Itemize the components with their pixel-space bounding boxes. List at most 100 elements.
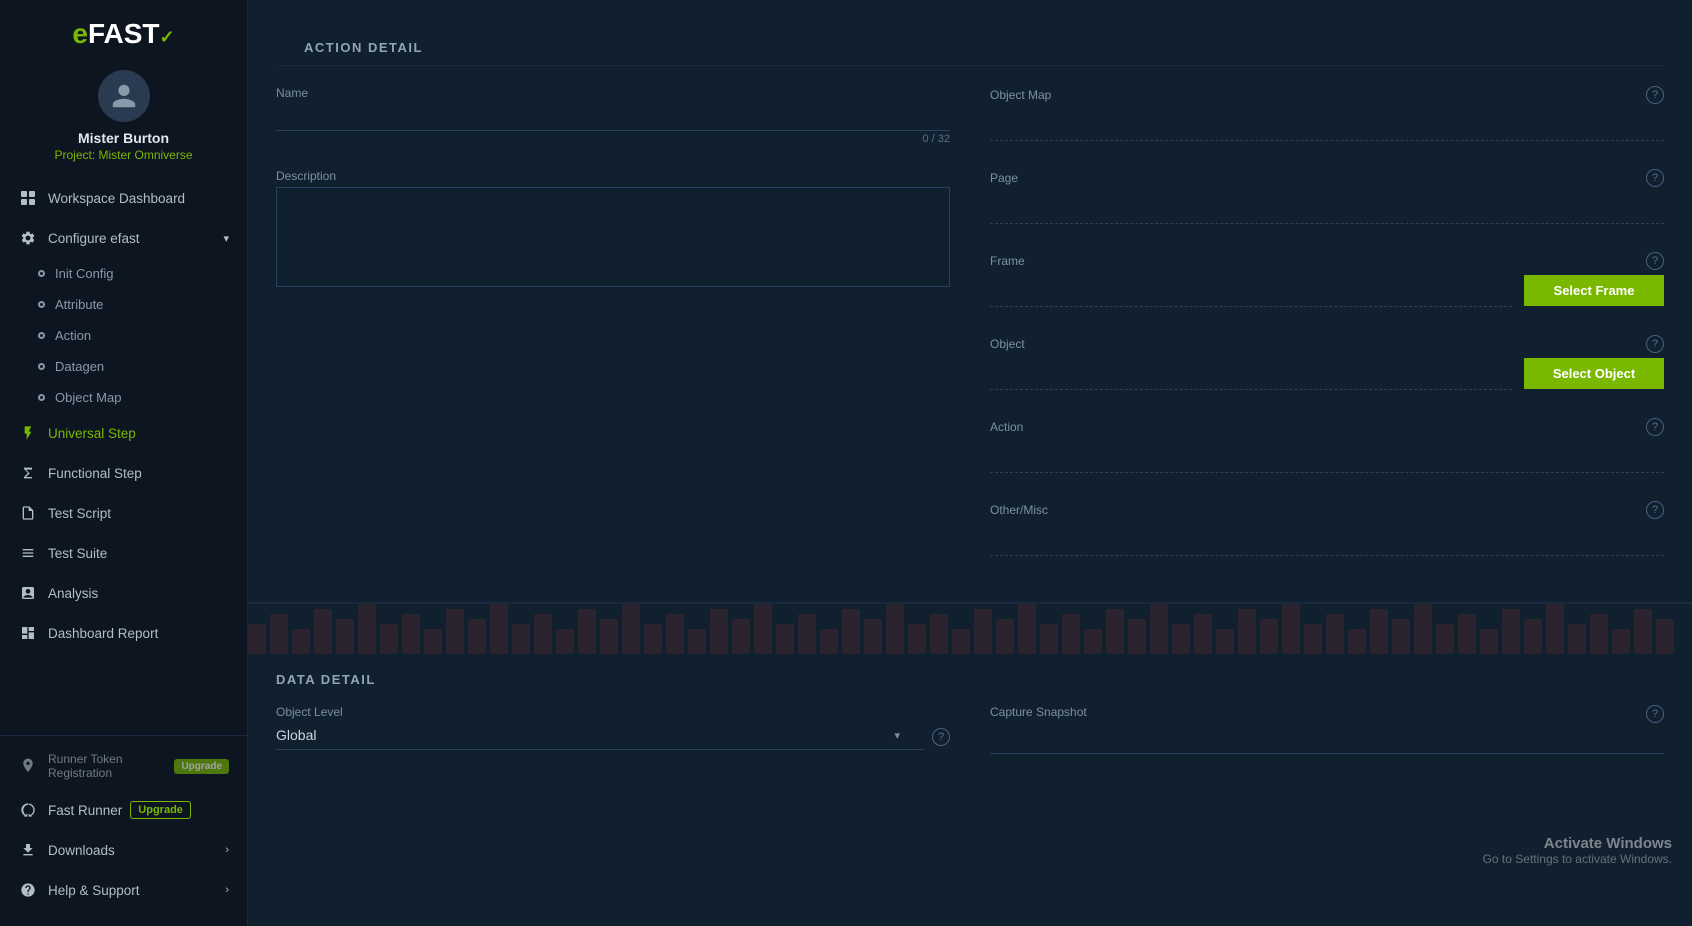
sidebar-navigation: Workspace Dashboard Configure efast ▾ In… [0, 178, 247, 735]
object-level-label: Object Level [276, 705, 950, 719]
object-help-icon[interactable]: ? [1646, 335, 1664, 353]
sidebar-label: Universal Step [48, 426, 136, 441]
sidebar-sub-label: Object Map [55, 390, 121, 405]
chart-icon [18, 583, 38, 603]
fast-runner-label: Fast Runner [48, 803, 122, 818]
sidebar-item-downloads[interactable]: Downloads › [0, 830, 247, 870]
sidebar-sub-label: Datagen [55, 359, 104, 374]
sidebar-item-dashboard-report[interactable]: Dashboard Report [0, 613, 247, 653]
downloads-label: Downloads [48, 843, 115, 858]
other-misc-help-icon[interactable]: ? [1646, 501, 1664, 519]
description-field-group: Description [276, 169, 950, 292]
page-group: Page ? [990, 169, 1664, 224]
page-input[interactable] [990, 191, 1664, 217]
object-input[interactable] [990, 357, 1512, 383]
dot-icon [38, 394, 45, 401]
upgrade-outline-badge[interactable]: Upgrade [130, 801, 191, 819]
sidebar-item-test-suite[interactable]: Test Suite [0, 533, 247, 573]
frame-group: Frame ? Select Frame [990, 252, 1664, 307]
sidebar-label: Workspace Dashboard [48, 191, 185, 206]
sidebar-item-functional-step[interactable]: Functional Step [0, 453, 247, 493]
object-level-help-icon[interactable]: ? [932, 728, 950, 746]
chevron-right-icon: › [225, 844, 229, 856]
user-icon [110, 82, 138, 110]
object-label: Object [990, 337, 1025, 351]
help-icon [18, 880, 38, 900]
sidebar-item-analysis[interactable]: Analysis [0, 573, 247, 613]
capture-snapshot-label: Capture Snapshot [990, 705, 1087, 719]
name-char-count: 0 / 32 [276, 133, 950, 145]
page-help-icon[interactable]: ? [1646, 169, 1664, 187]
name-input[interactable] [276, 104, 950, 131]
capture-snapshot-input[interactable] [990, 727, 1664, 754]
avatar [98, 70, 150, 122]
sidebar-sub-label: Action [55, 328, 91, 343]
sidebar-item-configure-efast[interactable]: Configure efast ▾ [0, 218, 247, 258]
help-support-label: Help & Support [48, 883, 140, 898]
sidebar-sub-label: Init Config [55, 266, 114, 281]
object-level-group: Object Level Global Local Session ▾ ? [276, 705, 950, 754]
select-frame-button[interactable]: Select Frame [1524, 275, 1664, 306]
action-detail-header: ACTION DETAIL [276, 22, 1664, 66]
sigma-icon [18, 463, 38, 483]
grid-icon [18, 188, 38, 208]
sidebar-item-universal-step[interactable]: Universal Step [0, 413, 247, 453]
sidebar-bottom: Runner Token Registration Upgrade Fast R… [0, 735, 247, 916]
dot-icon [38, 363, 45, 370]
sidebar-item-test-script[interactable]: Test Script [0, 493, 247, 533]
capture-snapshot-help-icon[interactable]: ? [1646, 705, 1664, 723]
sidebar-label: Test Script [48, 506, 111, 521]
gear-icon [18, 228, 38, 248]
frame-input[interactable] [990, 274, 1512, 300]
sidebar-item-init-config[interactable]: Init Config [0, 258, 247, 289]
capture-snapshot-group: Capture Snapshot ? [990, 705, 1664, 754]
upgrade-badge[interactable]: Upgrade [174, 759, 229, 774]
sidebar-item-help-support[interactable]: Help & Support › [0, 870, 247, 910]
dot-icon [38, 332, 45, 339]
sidebar-item-fast-runner[interactable]: Fast Runner Upgrade [0, 790, 247, 830]
user-profile: Mister Burton Project: Mister Omniverse [0, 60, 247, 178]
data-detail-header: DATA DETAIL [276, 672, 1664, 687]
object-map-input[interactable] [990, 108, 1664, 134]
page-label: Page [990, 171, 1018, 185]
object-map-help-icon[interactable]: ? [1646, 86, 1664, 104]
download-icon [18, 840, 38, 860]
action-input[interactable] [990, 440, 1664, 466]
dot-icon [38, 270, 45, 277]
user-name: Mister Burton [78, 130, 169, 146]
dashboard-icon [18, 623, 38, 643]
name-field-group: Name 0 / 32 [276, 86, 950, 145]
description-input[interactable] [276, 187, 950, 287]
action-detail-section: ACTION DETAIL Name 0 / 32 Description [248, 0, 1692, 604]
sidebar-item-datagen[interactable]: Datagen [0, 351, 247, 382]
action-help-icon[interactable]: ? [1646, 418, 1664, 436]
sidebar: eFAST✓ Mister Burton Project: Mister Omn… [0, 0, 248, 926]
other-misc-input[interactable] [990, 523, 1664, 549]
action-group: Action ? [990, 418, 1664, 473]
sidebar-label: Analysis [48, 586, 98, 601]
token-icon [18, 756, 38, 776]
user-project: Project: Mister Omniverse [54, 148, 192, 162]
logo: eFAST✓ [0, 0, 247, 60]
select-object-button[interactable]: Select Object [1524, 358, 1664, 389]
sidebar-item-runner-token[interactable]: Runner Token Registration Upgrade [0, 742, 247, 790]
object-map-label: Object Map [990, 88, 1051, 102]
sidebar-item-action[interactable]: Action [0, 320, 247, 351]
object-level-select[interactable]: Global Local Session [276, 723, 924, 750]
description-label: Description [276, 169, 950, 183]
other-misc-label: Other/Misc [990, 503, 1048, 517]
dot-icon [38, 301, 45, 308]
sidebar-item-workspace-dashboard[interactable]: Workspace Dashboard [0, 178, 247, 218]
other-misc-group: Other/Misc ? [990, 501, 1664, 556]
sidebar-item-object-map[interactable]: Object Map [0, 382, 247, 413]
suite-icon [18, 543, 38, 563]
script-icon [18, 503, 38, 523]
chevron-down-icon: ▾ [223, 232, 229, 245]
chevron-right-icon: › [225, 884, 229, 896]
frame-help-icon[interactable]: ? [1646, 252, 1664, 270]
fast-runner-icon [18, 800, 38, 820]
bg-chart [248, 594, 1692, 654]
action-label: Action [990, 420, 1023, 434]
sidebar-label: Configure efast [48, 231, 140, 246]
sidebar-item-attribute[interactable]: Attribute [0, 289, 247, 320]
